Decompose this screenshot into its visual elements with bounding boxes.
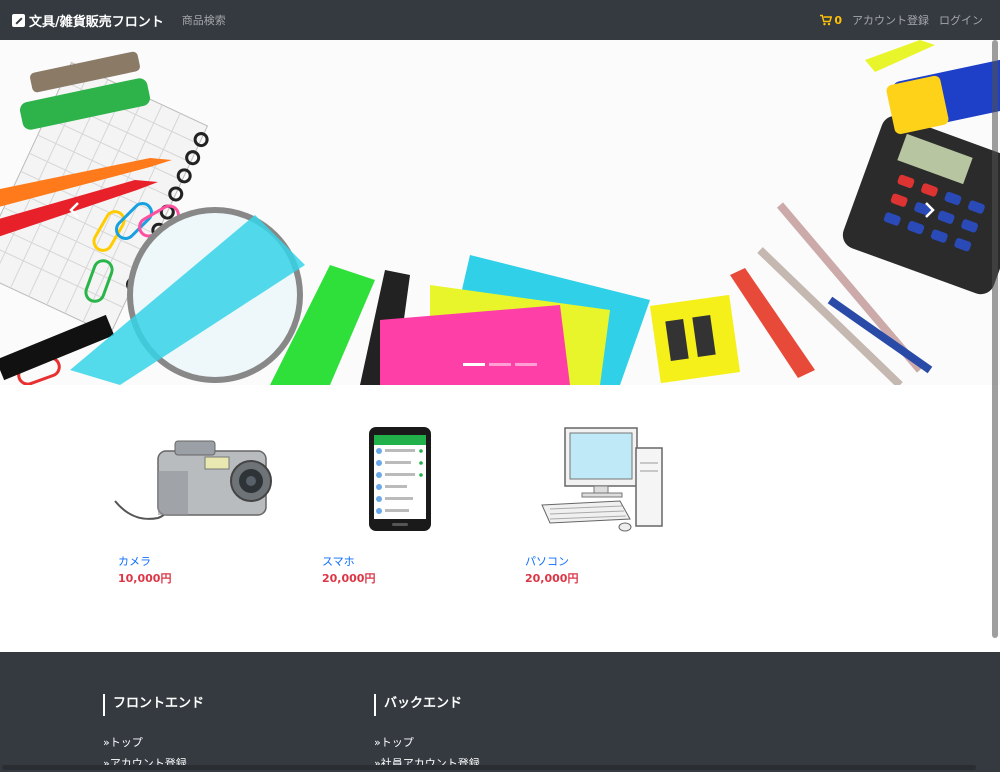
cart-icon (820, 14, 833, 26)
product-name-link[interactable]: スマホ (322, 553, 355, 569)
product-price: 10,000円 (118, 572, 172, 585)
footer-link-top[interactable]: »トップ (374, 732, 480, 753)
product-image-smartphone[interactable] (317, 423, 497, 533)
chevron-right-icon (925, 202, 935, 218)
carousel-indicator-3[interactable] (515, 363, 537, 366)
carousel-indicator-2[interactable] (489, 363, 511, 366)
carousel-indicators (463, 363, 537, 366)
carousel-slide-stationery-image (0, 40, 1000, 385)
navbar: 文具/雑貨販売フロント 商品検索 0 アカウント登録 ログイン (0, 0, 1000, 40)
footer-link-top[interactable]: »トップ (103, 732, 204, 753)
nav-right-group: 0 アカウント登録 ログイン (820, 0, 983, 40)
product-image-pc[interactable] (520, 423, 700, 533)
product-list: カメラ 10,000円 スマホ 20,000円 パソコン 20,000円 (0, 385, 1000, 652)
cart-link[interactable]: 0 (820, 14, 842, 27)
cart-count: 0 (834, 13, 842, 27)
vertical-scrollbar[interactable] (992, 40, 998, 638)
footer-column-frontend: フロントエンド »トップ »アカウント登録 (103, 694, 204, 772)
nav-login-link[interactable]: ログイン (939, 12, 983, 28)
horizontal-scrollbar[interactable] (2, 765, 976, 770)
footer-column-backend: バックエンド »トップ »社員アカウント登録 (374, 694, 480, 772)
product-image-camera[interactable] (113, 423, 293, 533)
chevron-left-icon (69, 202, 79, 218)
footer-heading: バックエンド (374, 694, 480, 716)
footer: フロントエンド »トップ »アカウント登録 バックエンド »トップ »社員アカウ… (0, 652, 1000, 772)
product-price: 20,000円 (525, 572, 579, 585)
nav-product-search-link[interactable]: 商品検索 (182, 12, 226, 28)
hero-carousel (0, 40, 1000, 385)
brand-title: 文具/雑貨販売フロント (29, 14, 164, 30)
pencil-square-icon (12, 13, 25, 27)
carousel-next-button[interactable] (916, 195, 942, 225)
carousel-indicator-1[interactable] (463, 363, 485, 366)
carousel-prev-button[interactable] (62, 195, 88, 225)
product-price: 20,000円 (322, 572, 376, 585)
nav-register-link[interactable]: アカウント登録 (852, 12, 929, 28)
product-name-link[interactable]: パソコン (525, 553, 569, 569)
brand-link[interactable]: 文具/雑貨販売フロント (12, 11, 164, 30)
footer-heading: フロントエンド (103, 694, 204, 716)
product-name-link[interactable]: カメラ (118, 553, 151, 569)
